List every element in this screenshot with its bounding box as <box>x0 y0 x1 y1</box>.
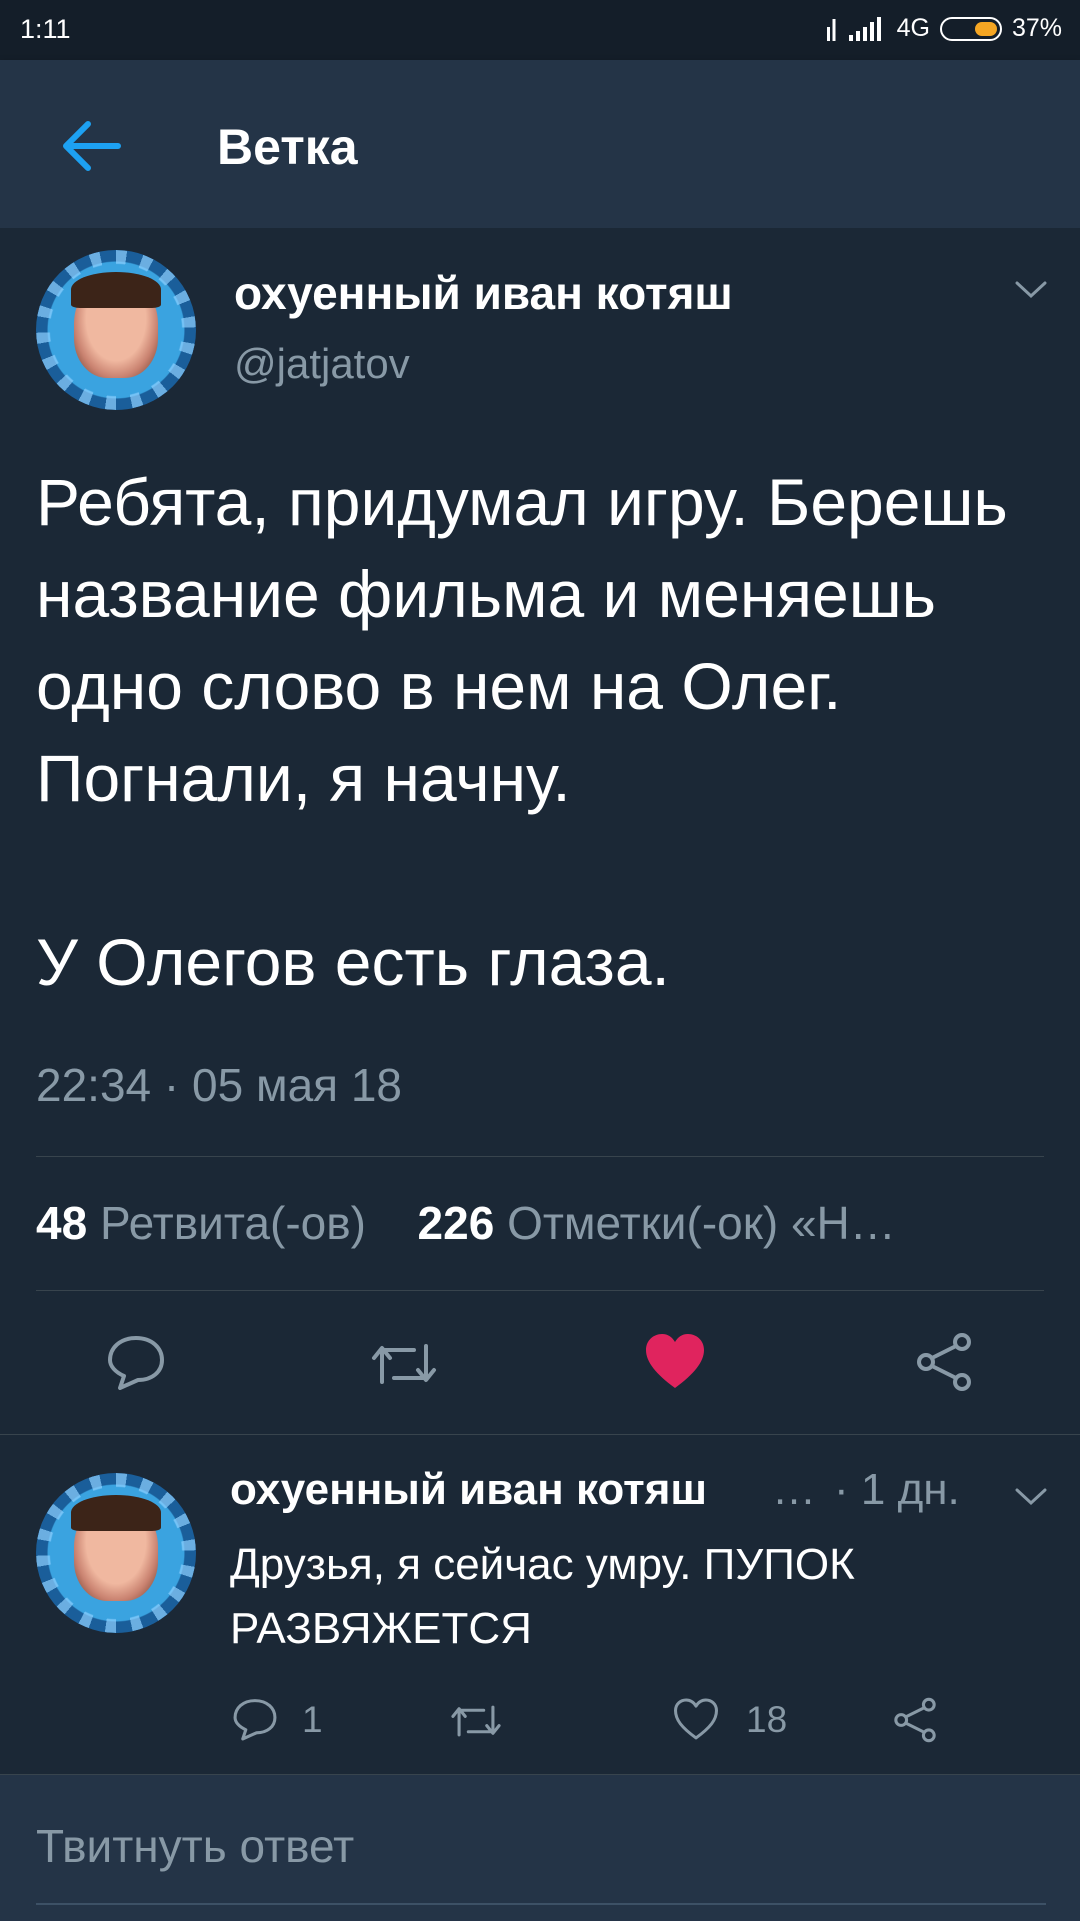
reply-input[interactable]: Твитнуть ответ <box>36 1819 1046 1905</box>
likes-label[interactable]: Отметки(-ок) «Н… <box>507 1197 896 1249</box>
heart-icon[interactable] <box>644 1332 706 1390</box>
avatar[interactable] <box>36 250 196 410</box>
divider <box>36 1156 1044 1157</box>
reply-icon[interactable] <box>232 1697 278 1741</box>
battery-icon <box>939 16 1002 41</box>
back-button[interactable] <box>56 118 126 174</box>
tweet-timestamp: 22:34 · 05 мая 18 <box>36 1059 403 1111</box>
status-bar: 1:11 4G 37% <box>0 0 1080 60</box>
reply-author-name[interactable]: охуенный иван котяш <box>230 1465 707 1515</box>
main-tweet: охуенный иван котяш @jatjatov Ребята, пр… <box>0 228 1080 1434</box>
retweet-icon[interactable] <box>368 1338 440 1390</box>
page-title: Ветка <box>217 119 358 175</box>
retweet-icon[interactable] <box>448 1701 504 1741</box>
tweet-text: Ребята, придумал игру. Берешь название ф… <box>36 465 1008 999</box>
reply-icon[interactable] <box>106 1334 166 1390</box>
avatar[interactable] <box>36 1473 196 1633</box>
share-icon[interactable] <box>892 1697 938 1743</box>
share-icon[interactable] <box>914 1332 974 1392</box>
signal-icon <box>826 16 881 41</box>
chevron-down-icon[interactable] <box>1014 280 1048 300</box>
reply-author-ellipsis: … <box>772 1465 816 1514</box>
arrow-left-icon <box>63 121 121 171</box>
status-indicators: 4G 37% <box>826 14 1062 43</box>
author-name[interactable]: охуенный иван котяш <box>234 266 733 320</box>
reply-like-count: 18 <box>746 1699 788 1740</box>
retweets-label[interactable]: Ретвита(-ов) <box>100 1197 366 1249</box>
retweets-count[interactable]: 48 <box>36 1197 87 1249</box>
app-header: Ветка <box>0 60 1080 228</box>
likes-count[interactable]: 226 <box>418 1197 495 1249</box>
divider <box>36 1290 1044 1291</box>
compose-bar: Твитнуть ответ <box>0 1774 1080 1921</box>
heart-outline-icon[interactable] <box>672 1697 720 1741</box>
status-time: 1:11 <box>20 14 71 44</box>
reply-text: Друзья, я сейчас умру. ПУПОК РАЗВЯЖЕТСЯ <box>230 1540 855 1653</box>
tweet-stats: 48 Ретвита(-ов) 226 Отметки(-ок) «Н… <box>36 1196 896 1250</box>
reply-tweet[interactable]: охуенный иван котяш … · 1 дн. Друзья, я … <box>0 1434 1080 1775</box>
author-handle[interactable]: @jatjatov <box>234 340 410 388</box>
battery-percent: 37% <box>1011 14 1062 42</box>
reply-count: 1 <box>302 1699 323 1740</box>
reply-age: · 1 дн. <box>834 1465 960 1514</box>
network-type: 4G <box>896 14 930 42</box>
chevron-down-icon[interactable] <box>1014 1487 1048 1507</box>
